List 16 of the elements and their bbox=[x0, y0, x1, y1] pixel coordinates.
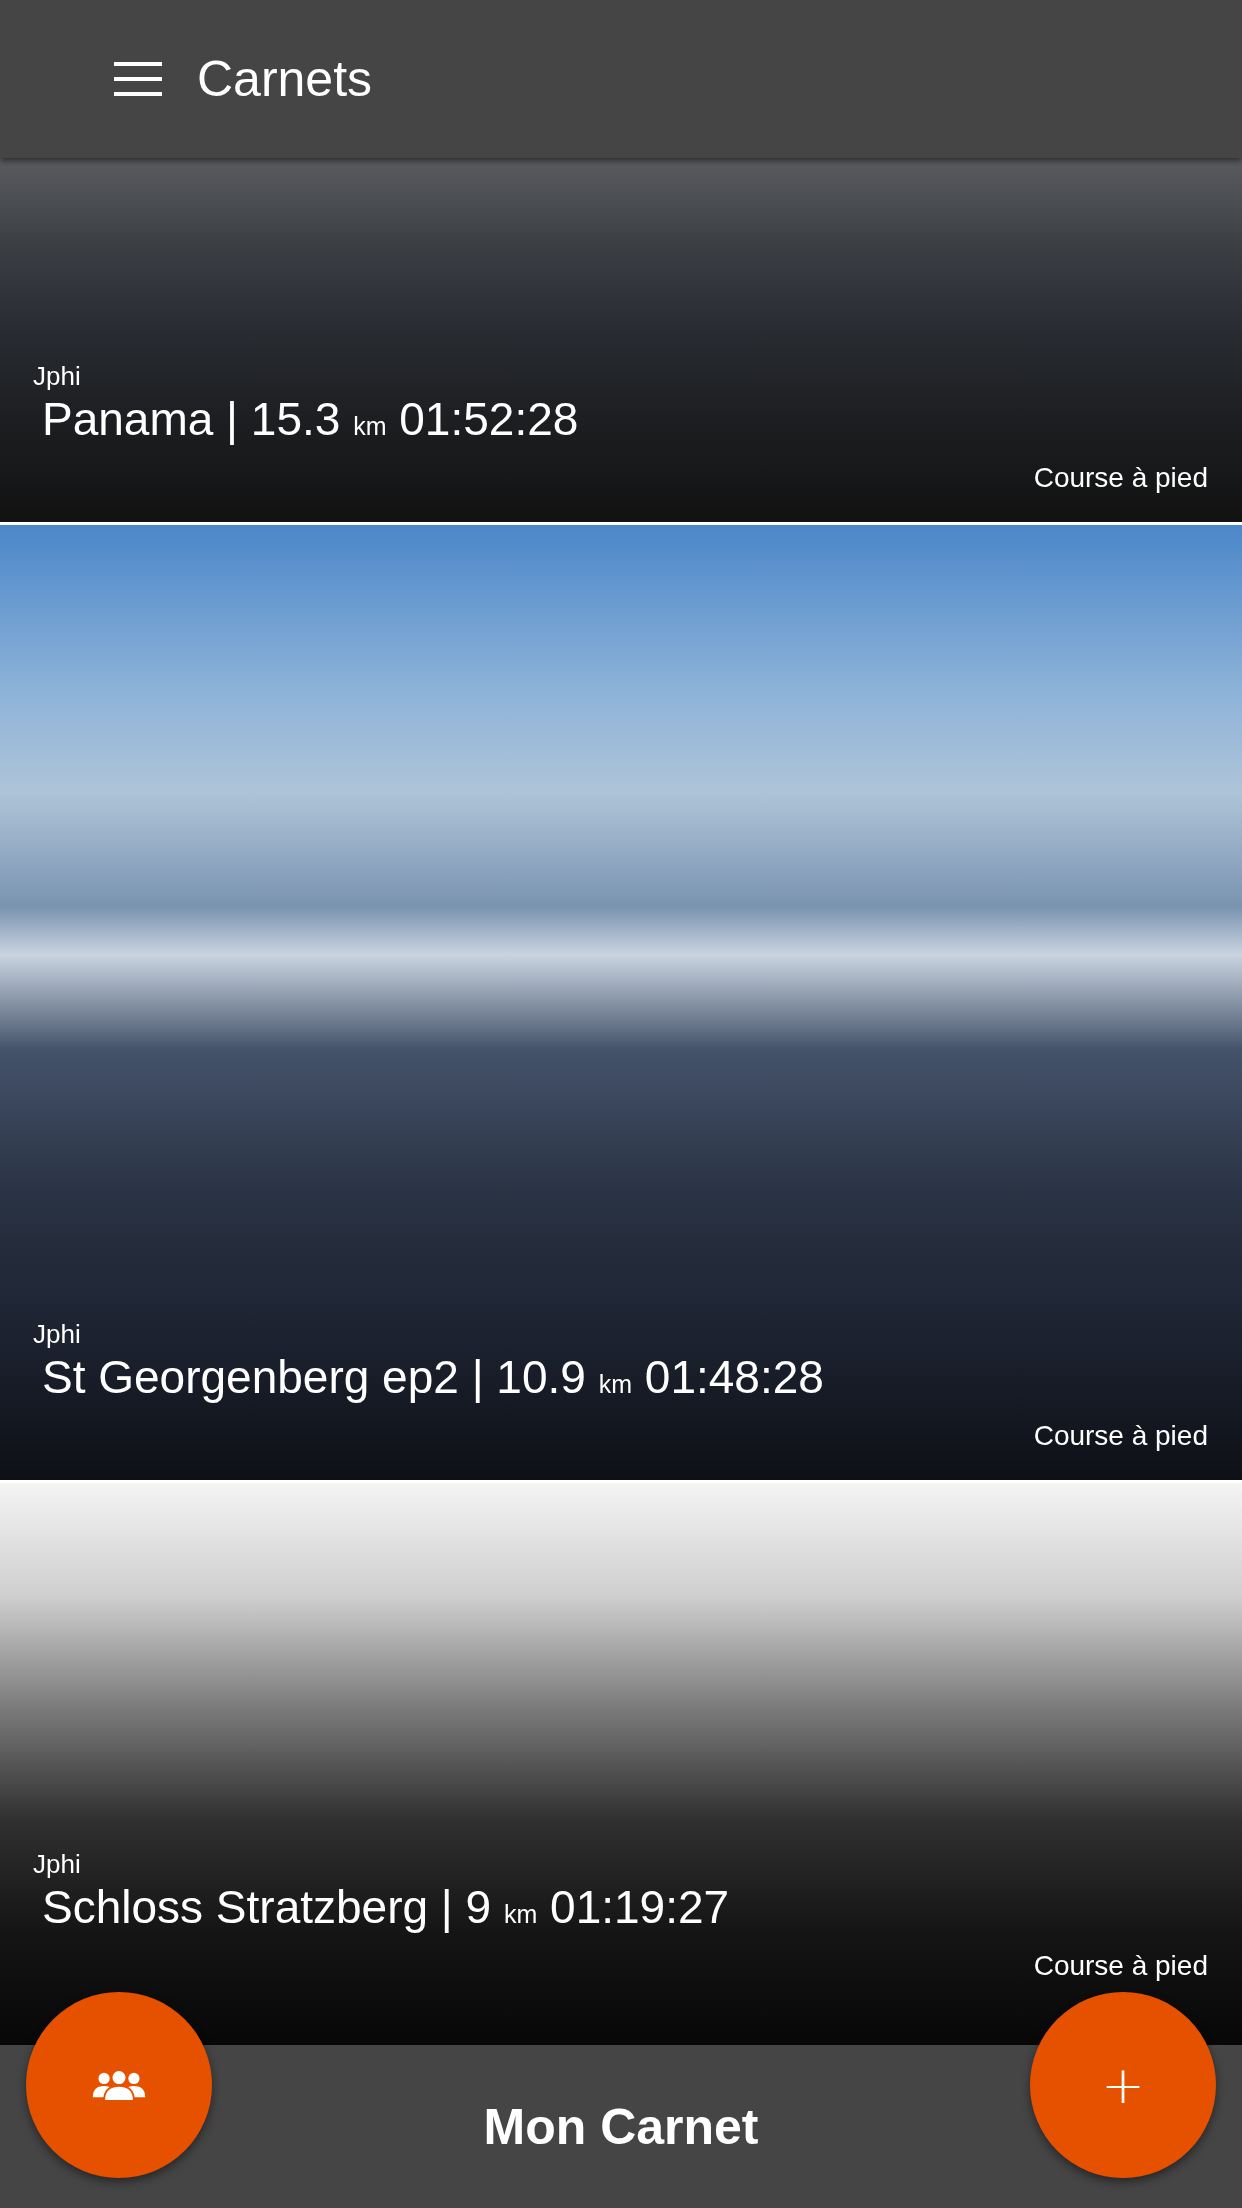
activity-card[interactable]: Jphi Panama | 15.3 km 01:52:28 Course à pied bbox=[0, 158, 1242, 522]
activity-title: Schloss Stratzberg | 9 km 01:19:27 bbox=[42, 1880, 731, 1934]
activity-card[interactable]: Jphi St Georgenberg ep2 | 10.9 km 01:48:28 Course à pied bbox=[0, 525, 1242, 1480]
activity-type: Course à pied bbox=[1033, 1420, 1208, 1452]
activity-title: Panama | 15.3 km 01:52:28 bbox=[42, 392, 580, 446]
group-icon bbox=[91, 2069, 147, 2101]
app-title: Carnets bbox=[197, 50, 373, 108]
activity-type: Course à pied bbox=[1033, 1950, 1208, 1982]
bottom-bar-label: Mon Carnet bbox=[483, 2097, 759, 2156]
author-name: Jphi bbox=[33, 361, 82, 392]
menu-icon[interactable] bbox=[113, 62, 163, 96]
activity-type: Course à pied bbox=[1033, 462, 1208, 494]
activity-title: St Georgenberg ep2 | 10.9 km 01:48:28 bbox=[42, 1350, 825, 1404]
activity-card[interactable]: Jphi Schloss Stratzberg | 9 km 01:19:27 Course à pied bbox=[0, 1483, 1242, 2048]
author-name: Jphi bbox=[33, 1319, 82, 1350]
author-name: Jphi bbox=[33, 1849, 82, 1880]
